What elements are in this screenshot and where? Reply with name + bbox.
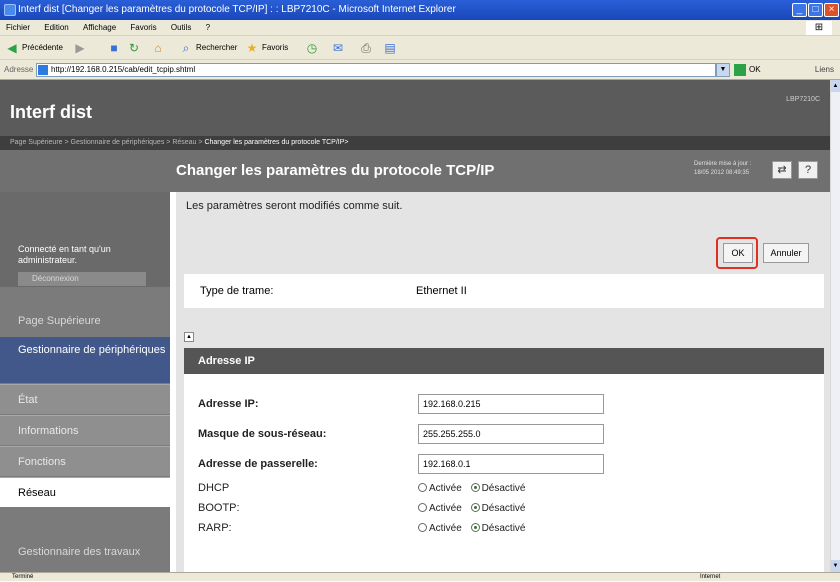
scroll-down-icon[interactable]: ▼ <box>831 560 840 572</box>
back-button-label[interactable]: Précédente <box>22 39 63 57</box>
ie-icon <box>4 4 16 16</box>
bootp-label: BOOTP: <box>198 502 240 514</box>
login-box: Connecté en tant qu'un administrateur. D… <box>0 192 170 287</box>
history-icon[interactable]: ◷ <box>304 39 320 57</box>
address-dropdown-icon[interactable]: ▼ <box>716 63 730 77</box>
subnet-mask-label: Masque de sous-réseau: <box>198 428 327 440</box>
page-header: Interf dist LBP7210C Page Supérieure > G… <box>0 80 830 160</box>
rarp-off-label: Désactivé <box>481 523 526 534</box>
menu-help[interactable]: ? <box>206 23 210 32</box>
ip-address-input[interactable]: 192.168.0.215 <box>418 394 604 414</box>
rarp-on-radio[interactable] <box>418 523 427 532</box>
frame-type-label: Type de trame: <box>200 285 274 297</box>
address-bar: Adresse http://192.168.0.215/cab/edit_tc… <box>0 60 840 80</box>
window-title-bar: Interf dist [Changer les paramètres du p… <box>0 0 840 20</box>
last-update: Dernière mise à jour : 18/05 2012 08:49:… <box>694 161 752 176</box>
print-icon[interactable]: ⎙ <box>358 39 374 57</box>
breadcrumb-top[interactable]: Page Supérieure > <box>10 139 69 146</box>
close-button[interactable]: × <box>824 3 839 17</box>
main-content: Les paramètres seront modifiés comme sui… <box>176 192 830 574</box>
login-status: Connecté en tant qu'un administrateur. <box>18 244 111 265</box>
ok-button[interactable]: OK <box>723 243 753 263</box>
forward-icon[interactable]: ▶ <box>72 39 88 57</box>
ip-settings: Adresse IP: 192.168.0.215 Masque de sous… <box>184 374 824 574</box>
status-bar: Terminé Internet <box>0 572 840 581</box>
minimize-button[interactable]: _ <box>792 3 807 17</box>
dhcp-options: Activée Désactivé <box>418 483 525 494</box>
logout-button[interactable]: Déconnexion <box>18 272 146 286</box>
breadcrumb: Page Supérieure > Gestionnaire de périph… <box>0 136 830 150</box>
bootp-options: Activée Désactivé <box>418 503 525 514</box>
refresh-page-button[interactable]: ⇄ <box>772 161 792 179</box>
rarp-options: Activée Désactivé <box>418 523 525 534</box>
go-arrow-icon <box>734 63 746 76</box>
sidebar-item-device-manager[interactable]: Gestionnaire de périphériques <box>0 337 170 383</box>
rarp-on-label: Activée <box>429 523 462 534</box>
bootp-on-radio[interactable] <box>418 503 427 512</box>
subnet-mask-input[interactable]: 255.255.255.0 <box>418 424 604 444</box>
bootp-off-label: Désactivé <box>481 503 526 514</box>
home-icon[interactable]: ⌂ <box>150 39 166 57</box>
bootp-on-label: Activée <box>429 503 462 514</box>
sidebar-item-network[interactable]: Réseau <box>0 477 170 507</box>
page-title: Changer les paramètres du protocole TCP/… <box>176 162 495 179</box>
cancel-button[interactable]: Annuler <box>763 243 809 263</box>
refresh-icon[interactable]: ↻ <box>126 39 142 57</box>
breadcrumb-network[interactable]: Réseau > <box>172 139 202 146</box>
vertical-scrollbar[interactable]: ▲ ▼ <box>830 80 840 572</box>
page-icon <box>38 65 48 75</box>
bootp-off-radio[interactable] <box>470 503 480 512</box>
windows-logo-icon: ⊞ <box>806 21 832 35</box>
dhcp-on-radio[interactable] <box>418 483 427 492</box>
go-button[interactable]: OK <box>734 63 766 77</box>
scroll-up-icon[interactable]: ▲ <box>831 80 840 92</box>
app-title: Interf dist <box>10 102 93 122</box>
frame-type-row: Type de trame: Ethernet II <box>184 274 824 308</box>
dhcp-off-label: Désactivé <box>481 483 526 494</box>
sidebar-item-information[interactable]: Informations <box>0 415 170 445</box>
edit-icon[interactable]: ▤ <box>382 39 398 57</box>
section-header: Adresse IP <box>184 348 824 374</box>
search-button-label[interactable]: Rechercher <box>196 39 237 57</box>
model-label: LBP7210C <box>786 96 820 103</box>
breadcrumb-current: Changer les paramètres du protocole TCP/… <box>204 139 349 146</box>
window-title: Interf dist [Changer les paramètres du p… <box>18 4 456 15</box>
dhcp-on-label: Activée <box>429 483 462 494</box>
menu-affichage[interactable]: Affichage <box>83 23 116 32</box>
dhcp-label: DHCP <box>198 482 230 494</box>
collapse-icon[interactable]: ▲ <box>184 332 194 342</box>
maximize-button[interactable]: □ <box>808 3 823 17</box>
stop-icon[interactable]: ■ <box>106 39 122 57</box>
go-label: OK <box>749 65 761 74</box>
ip-address-label: Adresse IP: <box>198 398 259 410</box>
rarp-label: RARP: <box>198 522 232 534</box>
breadcrumb-devmgr[interactable]: Gestionnaire de périphériques > <box>71 139 171 146</box>
sidebar-item-top-page[interactable]: Page Supérieure <box>0 308 170 334</box>
menu-outils[interactable]: Outils <box>171 23 191 32</box>
gateway-label: Adresse de passerelle: <box>198 458 318 470</box>
sidebar-item-status[interactable]: État <box>0 384 170 414</box>
frame-type-value: Ethernet II <box>416 285 467 297</box>
help-button[interactable]: ? <box>798 161 818 179</box>
address-input[interactable]: http://192.168.0.215/cab/edit_tcpip.shtm… <box>36 63 716 77</box>
sidebar-item-functions[interactable]: Fonctions <box>0 446 170 476</box>
menu-fichier[interactable]: Fichier <box>6 23 30 32</box>
mail-icon[interactable]: ✉ <box>330 39 346 57</box>
menu-edition[interactable]: Edition <box>44 23 68 32</box>
links-button[interactable]: Liens <box>815 60 834 80</box>
sidebar: Connecté en tant qu'un administrateur. D… <box>0 192 170 579</box>
gateway-input[interactable]: 192.168.0.1 <box>418 454 604 474</box>
intro-text: Les paramètres seront modifiés comme sui… <box>186 200 403 212</box>
menu-bar: Fichier Edition Affichage Favoris Outils… <box>0 20 840 36</box>
title-band: Changer les paramètres du protocole TCP/… <box>0 150 830 192</box>
toolbar: ◀ Précédente ▶ ■ ↻ ⌂ ⌕ Rechercher ★ Favo… <box>0 36 840 60</box>
menu-favoris[interactable]: Favoris <box>130 23 156 32</box>
favorites-icon[interactable]: ★ <box>244 39 260 57</box>
dhcp-off-radio[interactable] <box>470 483 480 492</box>
search-icon[interactable]: ⌕ <box>178 39 194 57</box>
back-icon[interactable]: ◀ <box>4 39 20 57</box>
favorites-button-label[interactable]: Favoris <box>262 39 288 57</box>
rarp-off-radio[interactable] <box>470 523 480 532</box>
address-label: Adresse <box>4 65 34 74</box>
